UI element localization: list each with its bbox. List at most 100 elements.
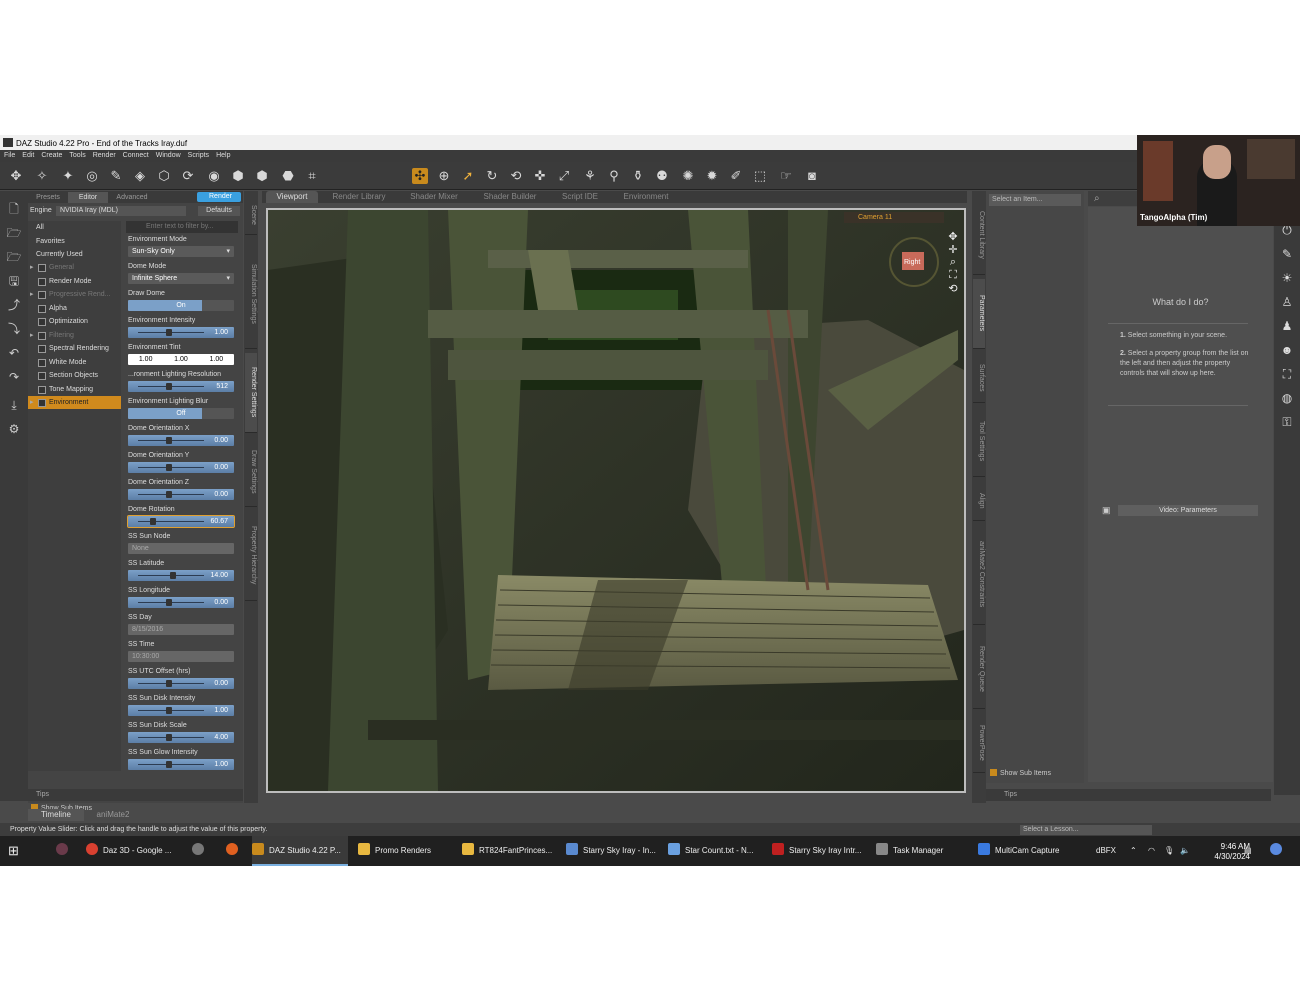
defaults-button[interactable]: Defaults (198, 206, 240, 216)
category-environment[interactable]: ▸ Environment (28, 396, 121, 409)
tab-advanced[interactable]: Advanced (110, 192, 154, 203)
lock-icon[interactable]: ⚿ (1279, 415, 1295, 431)
drop-icon[interactable]: ⤓ (6, 397, 22, 413)
tab-shader-mixer[interactable]: Shader Mixer (402, 191, 466, 203)
tab-editor[interactable]: Editor (68, 192, 108, 203)
category-currently-used[interactable]: Currently Used (28, 248, 121, 261)
task-task-manager[interactable]: Task Manager (876, 836, 972, 866)
universal-tool-icon[interactable]: ✣ (412, 168, 428, 184)
task-starry-sky-intr[interactable]: Starry Sky Iray Intr... (772, 836, 870, 866)
figure-tool-icon[interactable]: ⚲ (606, 168, 622, 184)
vtab-content-library[interactable]: Content Library (973, 195, 985, 275)
prop-dome-orientation-y[interactable]: Dome Orientation Y 0.00 (126, 451, 236, 477)
notification-icon[interactable]: ▤ (1244, 836, 1258, 866)
object-tool-icon[interactable]: ⬚ (752, 168, 768, 184)
prop-environment-mode[interactable]: Environment Mode Sun-Sky Only (126, 235, 236, 261)
redo-icon[interactable]: ↷ (6, 369, 22, 385)
geometry-tool-icon[interactable]: ◈ (132, 168, 148, 184)
menu-scripts[interactable]: Scripts (184, 150, 212, 159)
zoom-view-icon[interactable]: ⌕ (946, 256, 960, 269)
light-tool-icon[interactable]: ◉ (206, 168, 222, 184)
new-file-icon[interactable]: 🗋 (6, 201, 22, 217)
volume-icon[interactable]: 🔈 (1180, 836, 1194, 866)
menu-file[interactable]: File (0, 150, 18, 159)
tray-dbfx[interactable]: dBFX (1096, 836, 1126, 866)
scale-tool-icon[interactable]: ⤢ (556, 168, 572, 184)
prop-ss-sun-disk-intensity[interactable]: SS Sun Disk Intensity 1.00 (126, 694, 236, 720)
vtab-property-hierarchy[interactable]: Property Hierarchy (245, 511, 257, 601)
tab-presets[interactable]: Presets (30, 192, 66, 203)
vtab-scene[interactable]: Scene (245, 195, 257, 235)
pan-view-icon[interactable]: ✛ (946, 243, 960, 256)
vtab-align[interactable]: Align (973, 481, 985, 521)
tab-animate2[interactable]: aniMate2 (88, 809, 138, 821)
node-tool-icon[interactable]: ✎ (108, 168, 124, 184)
tips-bar-left[interactable]: Tips (28, 789, 243, 801)
vtab-render-queue[interactable]: Render Queue (973, 629, 985, 709)
video-parameters-button[interactable]: Video: Parameters (1118, 505, 1258, 516)
light-icon[interactable]: ☀ (1279, 271, 1295, 287)
task-starry-sky[interactable]: Starry Sky Iray - In... (566, 836, 662, 866)
prop-dome-rotation[interactable]: Dome Rotation 60.67 (126, 505, 236, 531)
person-icon[interactable]: ♟ (1279, 319, 1295, 335)
category-favorites[interactable]: Favorites (28, 235, 121, 248)
prop-environment-lighting-blur[interactable]: Environment Lighting Blur Off (126, 397, 236, 423)
frame-view-icon[interactable]: ⛶ (946, 269, 960, 282)
figure-icon[interactable]: ♙ (1279, 295, 1295, 311)
merge-icon[interactable]: ⤴ (6, 297, 22, 313)
tab-script-ide[interactable]: Script IDE (554, 191, 606, 203)
open-icon[interactable]: 🗁 (6, 225, 22, 241)
prop-ss-longitude[interactable]: SS Longitude 0.00 (126, 586, 236, 612)
prop-ss-utc-offset[interactable]: SS UTC Offset (hrs) 0.00 (126, 667, 236, 693)
rotate-tool-icon[interactable]: ⟲ (508, 168, 524, 184)
frame-tool-icon[interactable]: ⌗ (304, 168, 320, 184)
filter-input[interactable]: Enter text to filter by... (126, 221, 238, 233)
tab-shader-builder[interactable]: Shader Builder (474, 191, 546, 203)
menu-render[interactable]: Render (89, 150, 119, 159)
prop-dome-mode[interactable]: Dome Mode Infinite Sphere (126, 262, 236, 288)
spot-render-icon[interactable]: ◎ (84, 168, 100, 184)
menu-edit[interactable]: Edit (18, 150, 37, 159)
crop-icon[interactable]: ⛶ (1279, 367, 1295, 383)
wifi-icon[interactable]: ◠ (1148, 836, 1162, 866)
prop-ss-sun-glow-intensity[interactable]: SS Sun Glow Intensity 1.00 (126, 748, 236, 774)
select-item-dropdown[interactable]: Select an Item... (989, 194, 1081, 206)
vtab-tool-settings[interactable]: Tool Settings (973, 407, 985, 477)
select-arrow-icon[interactable]: ➚ (460, 168, 476, 184)
translate-tool-icon[interactable]: ✜ (532, 168, 548, 184)
tab-timeline[interactable]: Timeline (28, 809, 84, 821)
save-icon[interactable]: 🖫 (6, 273, 22, 289)
wand-tool-icon[interactable]: ✺ (680, 168, 696, 184)
vtab-powerpose[interactable]: PowerPose (973, 713, 985, 773)
tab-environment[interactable]: Environment (614, 191, 678, 203)
menu-tools[interactable]: Tools (65, 150, 88, 159)
camera-icon[interactable]: ◙ (804, 168, 820, 184)
task-promo-renders[interactable]: Promo Renders (358, 836, 454, 866)
microphone-icon[interactable]: 🎙 (1164, 836, 1178, 866)
copilot-icon[interactable] (1270, 836, 1284, 866)
lesson-select[interactable]: Select a Lesson... (1020, 825, 1152, 835)
rotate-view-icon[interactable]: ✥ (946, 230, 960, 243)
prop-dome-orientation-x[interactable]: Dome Orientation X 0.00 (126, 424, 236, 450)
pose-tool-icon[interactable]: ✧ (34, 168, 50, 184)
tray-chevron-icon[interactable]: ⌃ (1130, 836, 1144, 866)
sphere-tool-icon[interactable]: ⬣ (280, 168, 296, 184)
reset-view-icon[interactable]: ⟲ (946, 282, 960, 295)
app-pinned2-icon[interactable] (192, 836, 208, 866)
figure2-tool-icon[interactable]: ⚉ (654, 168, 670, 184)
tips-bar-right[interactable]: Tips (986, 789, 1271, 801)
task-star-count[interactable]: Star Count.txt - N... (668, 836, 764, 866)
category-all[interactable]: All (28, 221, 121, 234)
category-spectral-rendering[interactable]: Spectral Rendering (28, 342, 121, 355)
prop-ss-time[interactable]: SS Time 10:30:00 (126, 640, 236, 666)
task-rt824[interactable]: RT824FantPrinces... (462, 836, 558, 866)
cube2-tool-icon[interactable]: ⬢ (254, 168, 270, 184)
show-sub-items-checkbox-right[interactable]: Show Sub Items (990, 769, 1051, 777)
undo-icon[interactable]: ↶ (6, 345, 22, 361)
cube-tool-icon[interactable]: ⬢ (230, 168, 246, 184)
vtab-simulation-settings[interactable]: Simulation Settings (245, 239, 257, 349)
app-pinned-icon[interactable] (56, 836, 72, 866)
category-general[interactable]: ▸ General (28, 261, 121, 274)
prop-draw-dome[interactable]: Draw Dome On (126, 289, 236, 315)
category-render-mode[interactable]: Render Mode (28, 275, 121, 288)
